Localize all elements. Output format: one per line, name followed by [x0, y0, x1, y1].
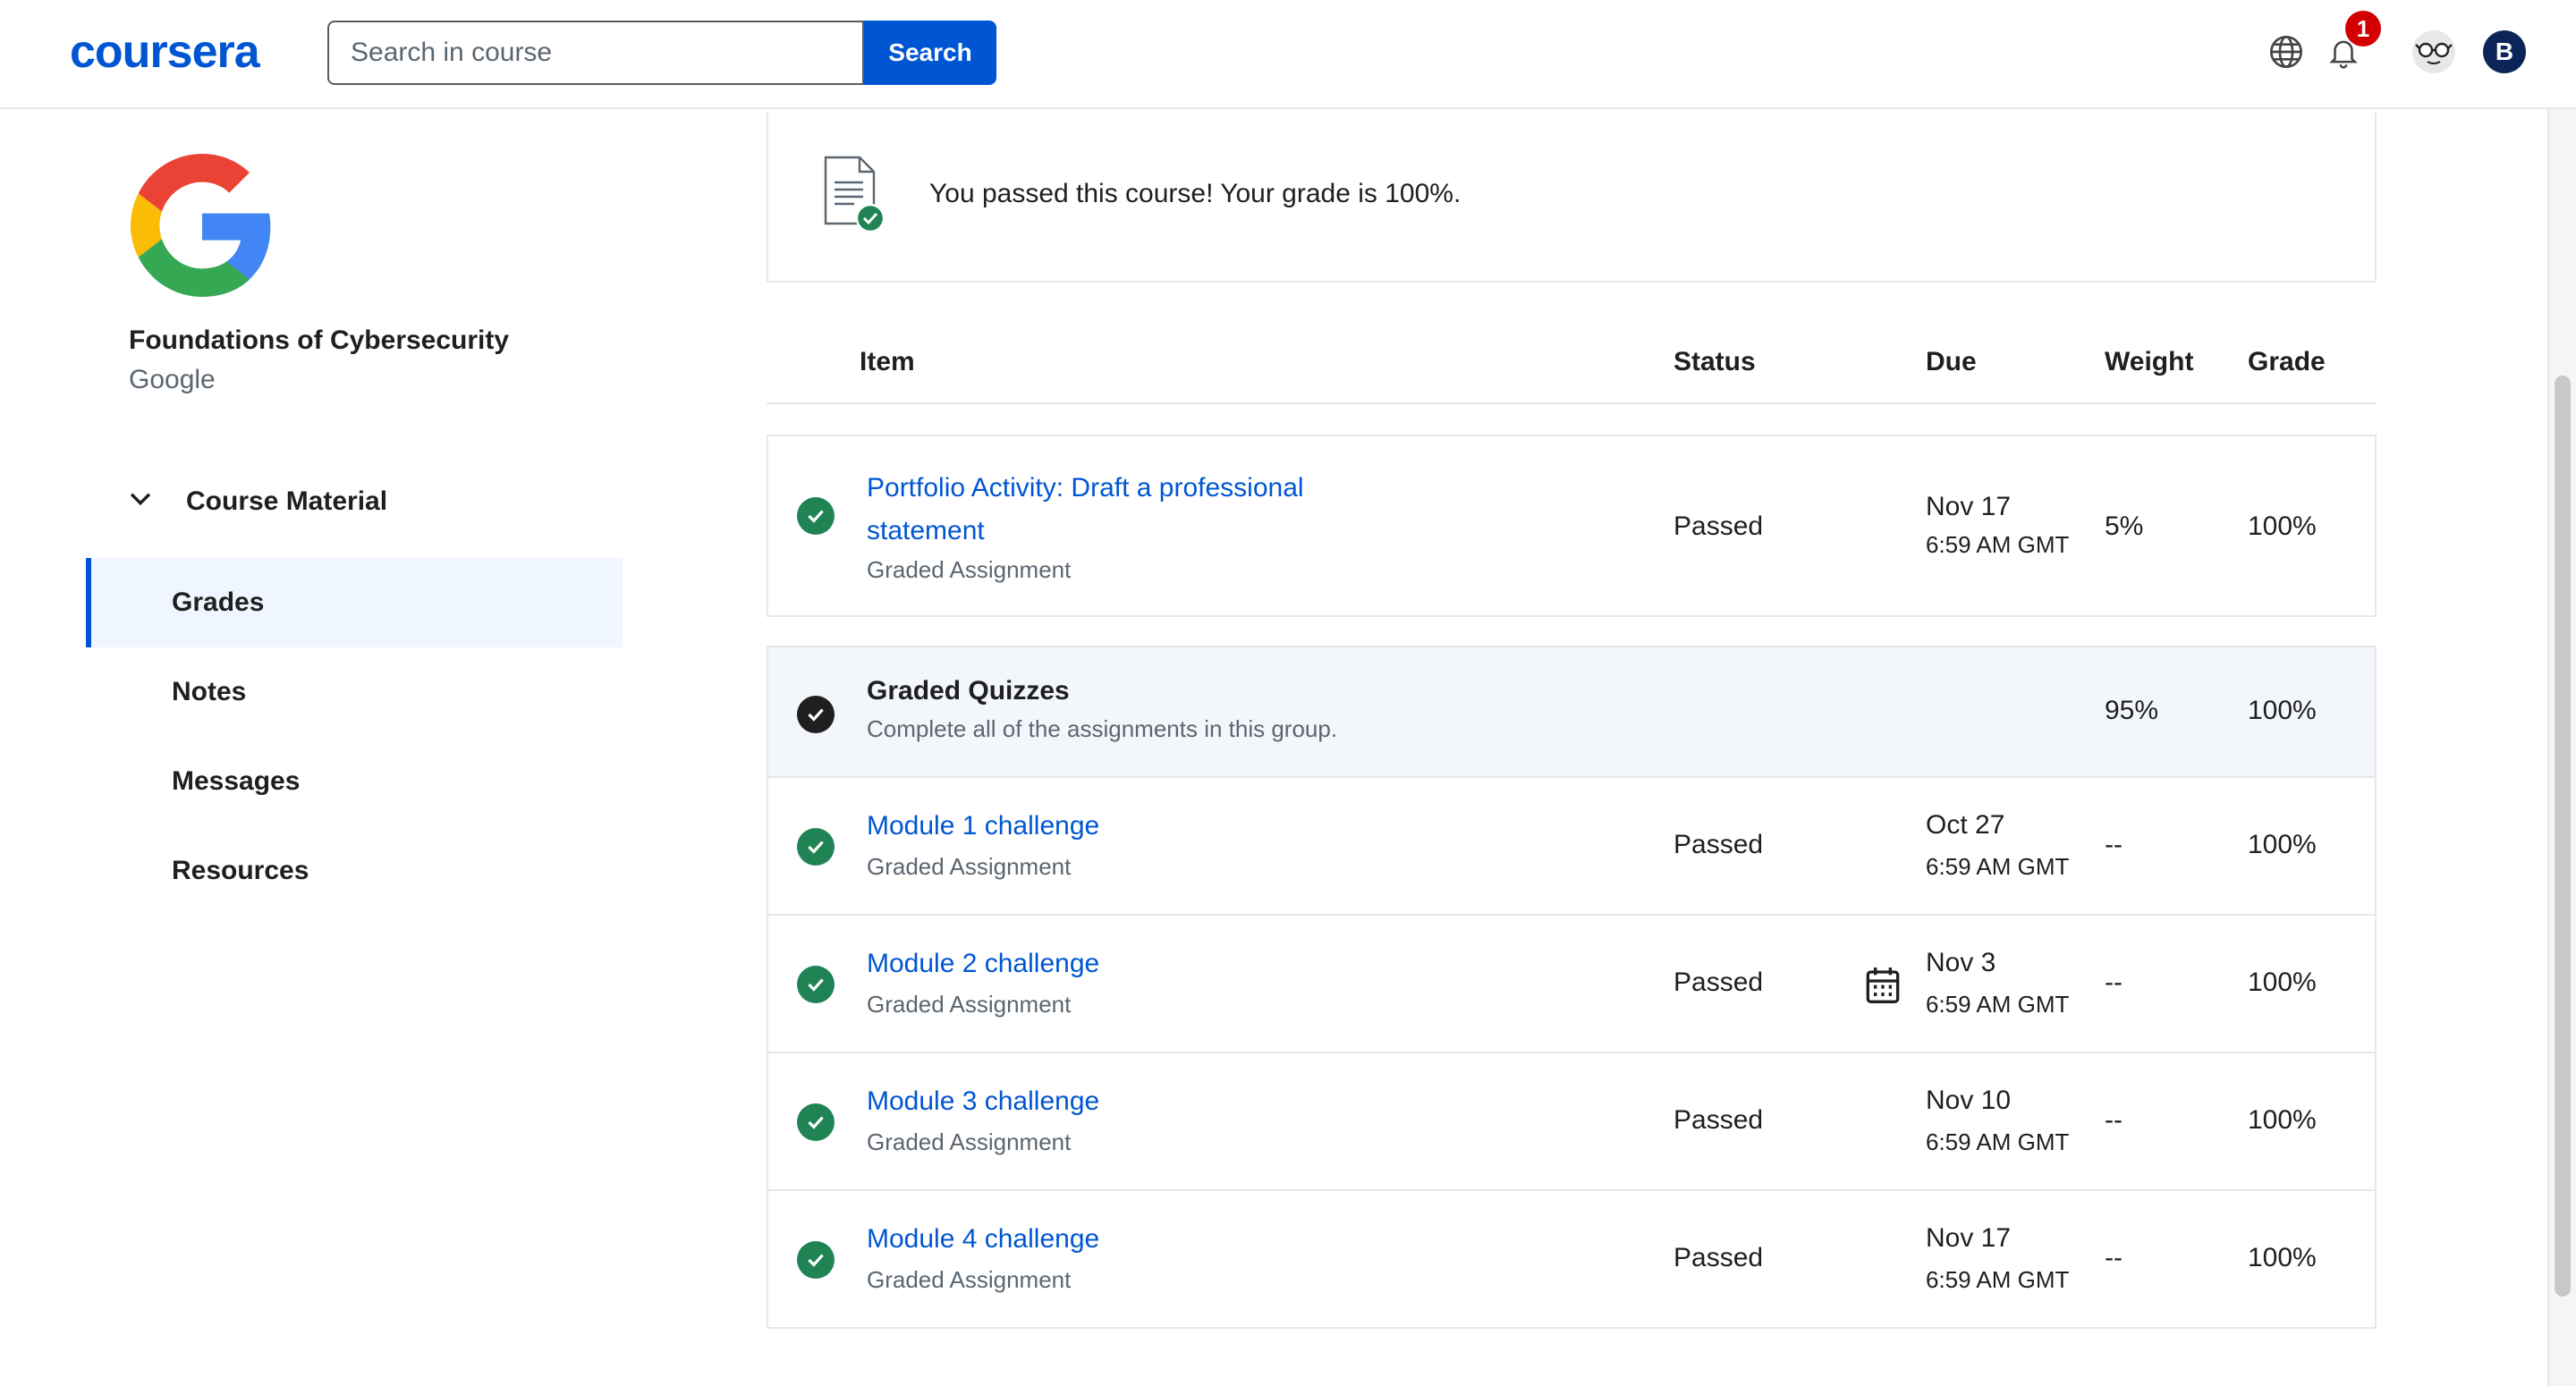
- calendar-icon[interactable]: [1865, 966, 1901, 1005]
- item-type: Graded Assignment: [867, 1128, 1072, 1155]
- google-logo: [131, 154, 274, 297]
- status-cell: Passed: [1674, 511, 1764, 541]
- header-due: Due: [1926, 347, 1977, 376]
- item-link[interactable]: Module 2 challenge: [867, 942, 1099, 985]
- sidebar-item-label: Grades: [172, 587, 265, 617]
- item-link[interactable]: Module 3 challenge: [867, 1080, 1099, 1123]
- due-date: Nov 3: [1926, 948, 1996, 977]
- due-time: 6:59 AM GMT: [1926, 853, 2070, 880]
- grade-cell: 100%: [2248, 696, 2317, 725]
- group-title: Graded Quizzes: [867, 676, 1070, 706]
- check-circle-icon: [797, 696, 835, 733]
- course-passed-banner: You passed this course! Your grade is 10…: [767, 113, 2377, 283]
- header-item: Item: [860, 347, 915, 376]
- course-material-toggle[interactable]: Course Material: [125, 483, 387, 520]
- sidebar-item-resources[interactable]: Resources: [86, 826, 623, 916]
- header-status: Status: [1674, 347, 1756, 376]
- due-date: Oct 27: [1926, 810, 2005, 840]
- weight-cell: --: [2105, 1243, 2123, 1272]
- check-circle-icon: [797, 828, 835, 866]
- search-input[interactable]: [327, 21, 864, 85]
- table-row: Module 2 challenge Graded Assignment Pas…: [767, 914, 2377, 1053]
- weight-cell: 5%: [2105, 511, 2144, 541]
- coursera-logo[interactable]: coursera: [70, 25, 260, 79]
- status-cell: Passed: [1674, 1243, 1764, 1272]
- sidebar-item-label: Messages: [172, 766, 301, 796]
- weight-cell: --: [2105, 968, 2123, 997]
- item-link[interactable]: Module 1 challenge: [867, 805, 1099, 848]
- search-button[interactable]: Search: [864, 21, 996, 85]
- grade-cell: 100%: [2248, 1105, 2317, 1135]
- pass-message: You passed this course! Your grade is 10…: [929, 179, 1462, 208]
- status-cell: Passed: [1674, 830, 1764, 859]
- check-circle-icon: [797, 966, 835, 1003]
- due-date: Nov 10: [1926, 1086, 2012, 1115]
- status-cell: Passed: [1674, 968, 1764, 997]
- sidebar-item-grades[interactable]: Grades: [86, 558, 623, 647]
- section-label: Course Material: [186, 486, 388, 516]
- chevron-down-icon: [125, 483, 156, 520]
- item-link[interactable]: statement: [867, 510, 985, 553]
- due-time: 6:59 AM GMT: [1926, 1128, 2070, 1155]
- globe-icon[interactable]: [2267, 32, 2306, 72]
- due-time: 6:59 AM GMT: [1926, 991, 2070, 1018]
- table-row: Module 1 challenge Graded Assignment Pas…: [767, 776, 2377, 916]
- group-description: Complete all of the assignments in this …: [867, 715, 1338, 742]
- check-circle-icon: [797, 497, 835, 535]
- table-row: Module 4 challenge Graded Assignment Pas…: [767, 1189, 2377, 1329]
- sidebar-item-messages[interactable]: Messages: [86, 737, 623, 826]
- item-type: Graded Assignment: [867, 853, 1072, 880]
- course-partner: Google: [129, 365, 216, 394]
- sidebar-item-label: Notes: [172, 677, 247, 706]
- top-header: coursera Search 1 B: [0, 0, 2576, 109]
- scrollbar-thumb[interactable]: [2555, 376, 2571, 1297]
- check-circle-icon: [797, 1241, 835, 1279]
- sidebar-item-notes[interactable]: Notes: [86, 647, 623, 737]
- due-date: Nov 17: [1926, 1223, 2012, 1253]
- document-check-icon: [822, 156, 886, 233]
- table-row: Module 3 challenge Graded Assignment Pas…: [767, 1052, 2377, 1191]
- weight-cell: --: [2105, 1105, 2123, 1135]
- weight-cell: --: [2105, 830, 2123, 859]
- due-date: Nov 17: [1926, 492, 2012, 521]
- sidebar-item-label: Resources: [172, 856, 309, 885]
- course-title[interactable]: Foundations of Cybersecurity: [129, 325, 509, 356]
- glasses-icon[interactable]: [2411, 30, 2456, 74]
- header-grade: Grade: [2248, 347, 2326, 376]
- grade-cell: 100%: [2248, 511, 2317, 541]
- weight-cell: 95%: [2105, 696, 2159, 725]
- user-avatar[interactable]: B: [2483, 30, 2526, 73]
- grade-cell: 100%: [2248, 968, 2317, 997]
- grade-cell: 100%: [2248, 1243, 2317, 1272]
- table-row: Portfolio Activity: Draft a professional…: [767, 435, 2377, 617]
- item-type: Graded Assignment: [867, 556, 1072, 583]
- header-weight: Weight: [2105, 347, 2194, 376]
- notification-badge: 1: [2345, 11, 2381, 46]
- due-time: 6:59 AM GMT: [1926, 1266, 2070, 1293]
- due-time: 6:59 AM GMT: [1926, 531, 2070, 558]
- check-circle-icon: [797, 1103, 835, 1141]
- group-row: Graded Quizzes Complete all of the assig…: [767, 646, 2377, 778]
- item-type: Graded Assignment: [867, 1266, 1072, 1293]
- grade-cell: 100%: [2248, 830, 2317, 859]
- status-cell: Passed: [1674, 1105, 1764, 1135]
- item-link[interactable]: Portfolio Activity: Draft a professional: [867, 467, 1304, 510]
- item-link[interactable]: Module 4 challenge: [867, 1218, 1099, 1261]
- item-type: Graded Assignment: [867, 991, 1072, 1018]
- grades-table-header: Item Status Due Weight Grade: [767, 340, 2377, 404]
